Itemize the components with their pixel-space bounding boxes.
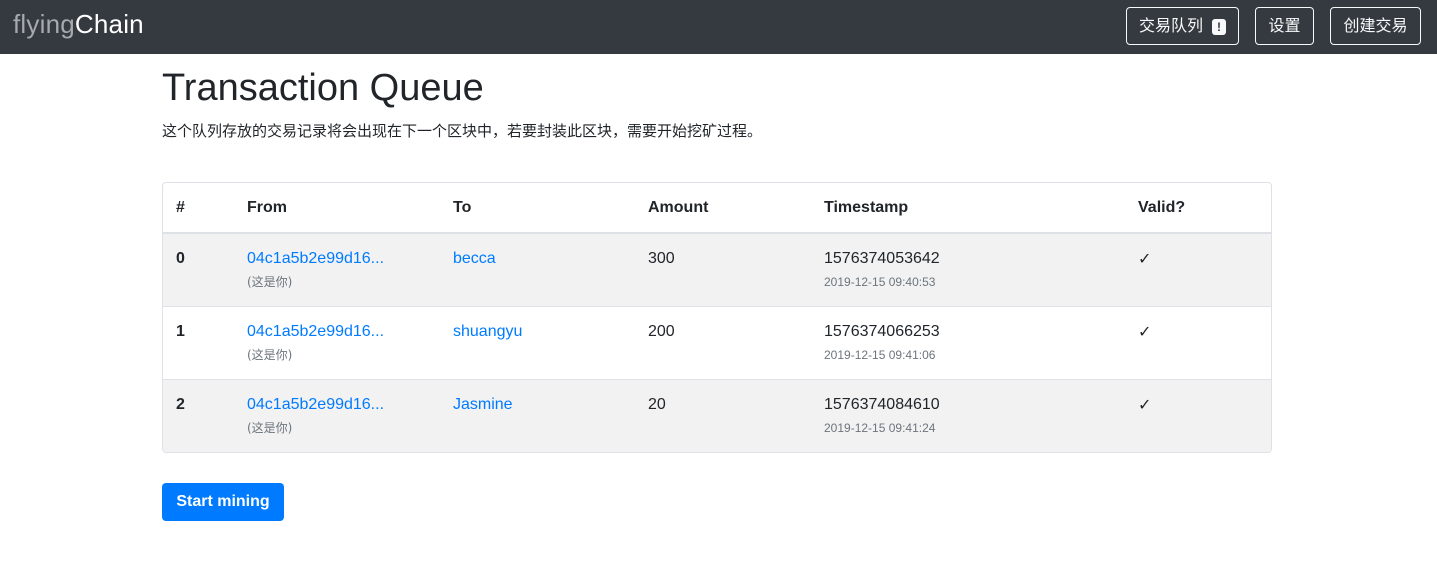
row-timestamp-cell: 1576374084610 2019-12-15 09:41:24 bbox=[811, 378, 1125, 452]
from-note: (这是你) bbox=[247, 347, 293, 362]
row-index: 0 bbox=[176, 250, 185, 267]
brand-text-chain: Chain bbox=[74, 9, 144, 39]
to-address-link[interactable]: shuangyu bbox=[453, 323, 522, 340]
row-timestamp: 1576374053642 bbox=[824, 250, 940, 267]
row-timestamp: 1576374084610 bbox=[824, 395, 940, 413]
table-row: 2 04c1a5b2e99d16... (这是你) Jasmine 20 157… bbox=[163, 378, 1271, 452]
row-timestamp-cell: 1576374066253 2019-12-15 09:41:06 bbox=[811, 305, 1125, 379]
table-header-row: # From To Amount Timestamp Valid? bbox=[163, 183, 1271, 234]
from-address-link[interactable]: 04c1a5b2e99d16... bbox=[247, 396, 384, 413]
page-description: 这个队列存放的交易记录将会出现在下一个区块中，若要封装此区块，需要开始挖矿过程。 bbox=[162, 122, 763, 140]
transactions-table-container: # From To Amount Timestamp Valid? 0 04c1… bbox=[162, 182, 1272, 453]
from-note: (这是你) bbox=[247, 420, 293, 435]
valid-check-icon: ✓ bbox=[1125, 378, 1271, 452]
from-address-link[interactable]: 04c1a5b2e99d16... bbox=[247, 323, 384, 340]
transactions-table: # From To Amount Timestamp Valid? 0 04c1… bbox=[163, 183, 1271, 452]
to-address-link[interactable]: becca bbox=[453, 250, 496, 267]
row-from-cell: 04c1a5b2e99d16... (这是你) bbox=[234, 305, 440, 379]
header-valid: Valid? bbox=[1125, 183, 1271, 234]
row-datetime: 2019-12-15 09:41:24 bbox=[824, 420, 936, 435]
row-to-cell: Jasmine bbox=[440, 378, 635, 452]
header-timestamp: Timestamp bbox=[811, 183, 1125, 234]
row-datetime: 2019-12-15 09:41:06 bbox=[824, 347, 936, 362]
settings-button[interactable]: 设置 bbox=[1255, 7, 1314, 45]
row-amount: 200 bbox=[635, 305, 811, 379]
brand-text-flying: flying bbox=[13, 9, 75, 39]
row-datetime: 2019-12-15 09:40:53 bbox=[824, 275, 936, 289]
from-note: (这是你) bbox=[247, 275, 293, 289]
transaction-queue-button[interactable]: 交易队列 ! bbox=[1126, 7, 1239, 45]
top-navbar: flyingChain 交易队列 ! 设置 创建交易 bbox=[0, 0, 1437, 54]
row-timestamp: 1576374066253 bbox=[824, 322, 940, 340]
transaction-queue-label: 交易队列 bbox=[1139, 16, 1204, 35]
table-row: 1 04c1a5b2e99d16... (这是你) shuangyu 200 1… bbox=[163, 305, 1271, 379]
header-to: To bbox=[440, 183, 635, 234]
table-row: 0 04c1a5b2e99d16... (这是你) becca 300 1576… bbox=[163, 233, 1271, 306]
create-transaction-button[interactable]: 创建交易 bbox=[1330, 7, 1421, 45]
brand-logo[interactable]: flyingChain bbox=[13, 8, 144, 40]
row-to-cell: becca bbox=[440, 233, 635, 306]
row-index: 2 bbox=[163, 378, 234, 452]
valid-check-icon: ✓ bbox=[1138, 249, 1152, 268]
to-address-link[interactable]: Jasmine bbox=[453, 396, 513, 413]
header-index: # bbox=[163, 183, 234, 234]
row-timestamp-cell: 1576374053642 2019-12-15 09:40:53 bbox=[811, 233, 1125, 306]
page-title: Transaction Queue bbox=[162, 67, 484, 109]
queue-alert-badge: ! bbox=[1212, 19, 1226, 35]
row-index: 1 bbox=[163, 305, 234, 379]
start-mining-button[interactable]: Start mining bbox=[162, 483, 284, 521]
row-amount: 20 bbox=[635, 378, 811, 452]
valid-check-icon: ✓ bbox=[1125, 305, 1271, 379]
header-amount: Amount bbox=[635, 183, 811, 234]
row-from-cell: 04c1a5b2e99d16... (这是你) bbox=[234, 233, 440, 306]
from-address-link[interactable]: 04c1a5b2e99d16... bbox=[247, 250, 384, 267]
row-to-cell: shuangyu bbox=[440, 305, 635, 379]
row-amount: 300 bbox=[648, 250, 675, 267]
header-from: From bbox=[234, 183, 440, 234]
row-from-cell: 04c1a5b2e99d16... (这是你) bbox=[234, 378, 440, 452]
